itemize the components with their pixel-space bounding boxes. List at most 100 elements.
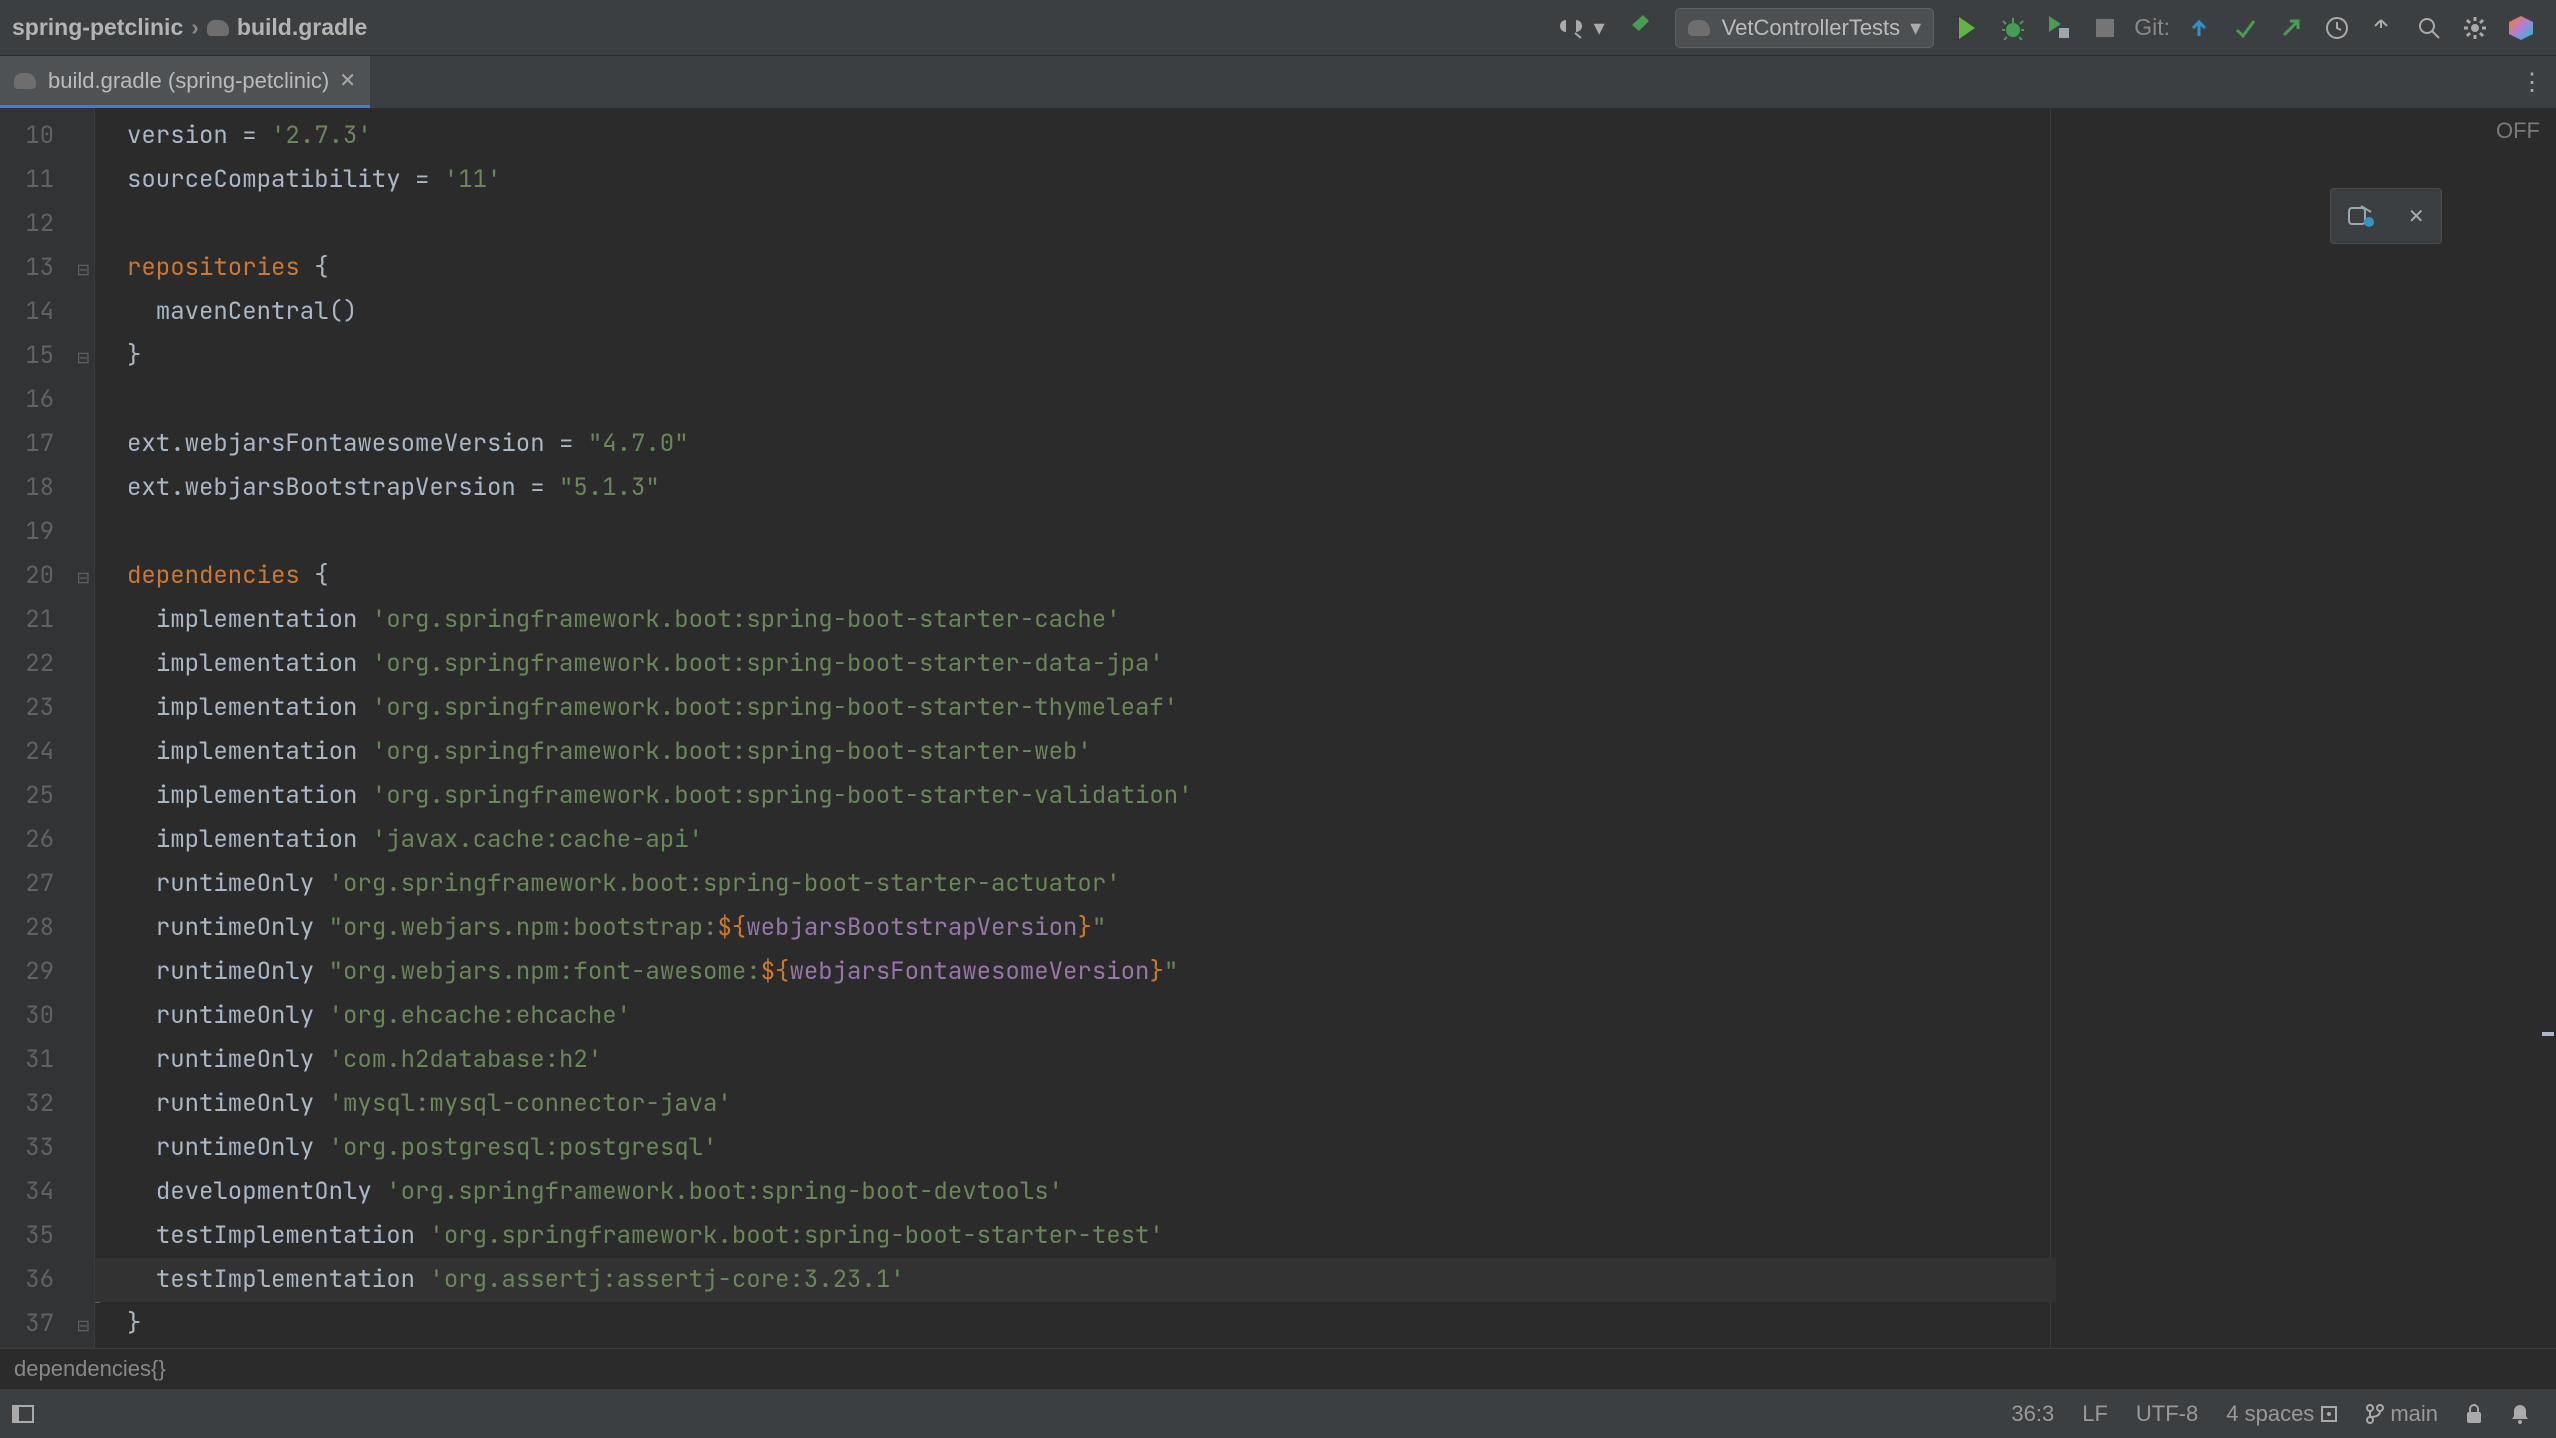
- code-line[interactable]: developmentOnly 'org.springframework.boo…: [127, 1170, 2556, 1214]
- code-line[interactable]: [127, 202, 2556, 246]
- line-number[interactable]: 35: [0, 1214, 94, 1258]
- tool-window-toggle-icon[interactable]: [12, 1405, 34, 1423]
- structure-breadcrumb[interactable]: dependencies{}: [0, 1348, 2556, 1388]
- run-button[interactable]: [1949, 10, 1985, 46]
- line-number[interactable]: 26: [0, 818, 94, 862]
- line-number[interactable]: 14: [0, 290, 94, 334]
- code-line[interactable]: [127, 510, 2556, 554]
- editor-tab[interactable]: build.gradle (spring-petclinic) ✕: [0, 56, 370, 108]
- run-configuration-dropdown[interactable]: VetControllerTests ▾: [1675, 8, 1935, 48]
- code-line[interactable]: implementation 'org.springframework.boot…: [127, 598, 2556, 642]
- gutter[interactable]: 10111213⊟1415⊟1617181920⊟212223242526272…: [0, 108, 94, 1388]
- git-rollback-button[interactable]: [2365, 10, 2401, 46]
- breadcrumb-project[interactable]: spring-petclinic: [12, 14, 183, 41]
- git-branch-widget[interactable]: main: [2366, 1401, 2438, 1427]
- fold-close-icon[interactable]: ⊟: [77, 348, 90, 368]
- line-number[interactable]: 32: [0, 1082, 94, 1126]
- code-line[interactable]: runtimeOnly 'org.ehcache:ehcache': [127, 994, 2556, 1038]
- code-area[interactable]: version = '2.7.3'sourceCompatibility = '…: [94, 108, 2556, 1388]
- code-line[interactable]: implementation 'javax.cache:cache-api': [127, 818, 2556, 862]
- code-line[interactable]: version = '2.7.3': [127, 114, 2556, 158]
- code-line[interactable]: ext.webjarsFontawesomeVersion = "4.7.0": [127, 422, 2556, 466]
- line-number[interactable]: 18: [0, 466, 94, 510]
- fold-open-icon[interactable]: ⊟: [77, 568, 90, 588]
- git-history-button[interactable]: [2319, 10, 2355, 46]
- line-number[interactable]: 24: [0, 730, 94, 774]
- git-update-button[interactable]: [2181, 10, 2217, 46]
- code-line[interactable]: mavenCentral(): [127, 290, 2556, 334]
- cursor-position[interactable]: 36:3: [2011, 1401, 2054, 1427]
- chevron-down-icon: ▾: [1910, 15, 1921, 41]
- build-hammer-icon[interactable]: [1624, 10, 1660, 46]
- line-separator[interactable]: LF: [2082, 1401, 2108, 1427]
- code-with-me-icon[interactable]: [1553, 10, 1589, 46]
- fold-open-icon[interactable]: ⊟: [77, 260, 90, 280]
- code-line[interactable]: implementation 'org.springframework.boot…: [127, 642, 2556, 686]
- navigation-bar: spring-petclinic › build.gradle ▾ VetCon…: [0, 0, 2556, 56]
- search-everywhere-button[interactable]: [2411, 10, 2447, 46]
- git-label: Git:: [2134, 14, 2170, 41]
- code-line[interactable]: [127, 378, 2556, 422]
- line-number[interactable]: 10: [0, 114, 94, 158]
- code-line[interactable]: }: [127, 1302, 2556, 1346]
- readonly-lock-icon[interactable]: [2466, 1404, 2482, 1424]
- line-number[interactable]: 16: [0, 378, 94, 422]
- dropdown-chevron-icon[interactable]: ▾: [1594, 15, 1605, 41]
- code-line[interactable]: sourceCompatibility = '11': [127, 158, 2556, 202]
- line-number[interactable]: 27: [0, 862, 94, 906]
- code-line[interactable]: runtimeOnly 'mysql:mysql-connector-java': [127, 1082, 2556, 1126]
- line-number[interactable]: 25: [0, 774, 94, 818]
- line-number[interactable]: 21: [0, 598, 94, 642]
- line-number[interactable]: 36: [0, 1258, 94, 1302]
- code-line[interactable]: repositories {: [127, 246, 2556, 290]
- status-bar: 36:3 LF UTF-8 4 spaces main: [0, 1388, 2556, 1438]
- stop-button[interactable]: [2087, 10, 2123, 46]
- settings-gear-icon[interactable]: [2457, 10, 2493, 46]
- close-tab-icon[interactable]: ✕: [339, 68, 356, 93]
- line-number[interactable]: 22: [0, 642, 94, 686]
- line-number[interactable]: 19: [0, 510, 94, 554]
- code-line[interactable]: implementation 'org.springframework.boot…: [127, 730, 2556, 774]
- breadcrumb-file-label: build.gradle: [237, 14, 367, 41]
- code-line[interactable]: dependencies {: [127, 554, 2556, 598]
- line-number[interactable]: 28: [0, 906, 94, 950]
- code-line[interactable]: ext.webjarsBootstrapVersion = "5.1.3": [127, 466, 2556, 510]
- jetbrains-toolbox-icon[interactable]: [2503, 10, 2539, 46]
- code-line[interactable]: testImplementation 'org.assertj:assertj-…: [95, 1258, 2056, 1302]
- notifications-icon[interactable]: [2510, 1403, 2530, 1425]
- git-commit-button[interactable]: [2227, 10, 2263, 46]
- line-number[interactable]: 30: [0, 994, 94, 1038]
- breadcrumb: spring-petclinic › build.gradle: [12, 14, 367, 41]
- code-line[interactable]: runtimeOnly 'org.springframework.boot:sp…: [127, 862, 2556, 906]
- line-number[interactable]: 29: [0, 950, 94, 994]
- tabs-more-icon[interactable]: ⋮: [2520, 68, 2544, 97]
- code-line[interactable]: runtimeOnly 'org.postgresql:postgresql': [127, 1126, 2556, 1170]
- line-number[interactable]: 34: [0, 1170, 94, 1214]
- scrollbar-marker[interactable]: [2542, 1032, 2554, 1036]
- gradle-icon: [1688, 18, 1712, 38]
- crumb-label: dependencies{}: [14, 1356, 166, 1382]
- code-line[interactable]: runtimeOnly "org.webjars.npm:bootstrap:$…: [127, 906, 2556, 950]
- line-number[interactable]: 17: [0, 422, 94, 466]
- line-number[interactable]: 33: [0, 1126, 94, 1170]
- code-line[interactable]: testImplementation 'org.springframework.…: [127, 1214, 2556, 1258]
- run-coverage-button[interactable]: [2041, 10, 2077, 46]
- gradle-icon: [207, 18, 231, 38]
- code-line[interactable]: implementation 'org.springframework.boot…: [127, 686, 2556, 730]
- debug-button[interactable]: [1995, 10, 2031, 46]
- breadcrumb-file[interactable]: build.gradle: [207, 14, 367, 41]
- indent-setting[interactable]: 4 spaces: [2226, 1401, 2338, 1427]
- line-number[interactable]: 12: [0, 202, 94, 246]
- code-line[interactable]: runtimeOnly "org.webjars.npm:font-awesom…: [127, 950, 2556, 994]
- gradle-icon: [14, 71, 38, 91]
- code-line[interactable]: implementation 'org.springframework.boot…: [127, 774, 2556, 818]
- file-encoding[interactable]: UTF-8: [2136, 1401, 2198, 1427]
- code-line[interactable]: runtimeOnly 'com.h2database:h2': [127, 1038, 2556, 1082]
- line-number[interactable]: 11: [0, 158, 94, 202]
- line-number[interactable]: 31: [0, 1038, 94, 1082]
- code-line[interactable]: }: [127, 334, 2556, 378]
- fold-close-icon[interactable]: ⊟: [77, 1316, 90, 1336]
- run-config-label: VetControllerTests: [1722, 15, 1901, 41]
- git-push-button[interactable]: [2273, 10, 2309, 46]
- line-number[interactable]: 23: [0, 686, 94, 730]
